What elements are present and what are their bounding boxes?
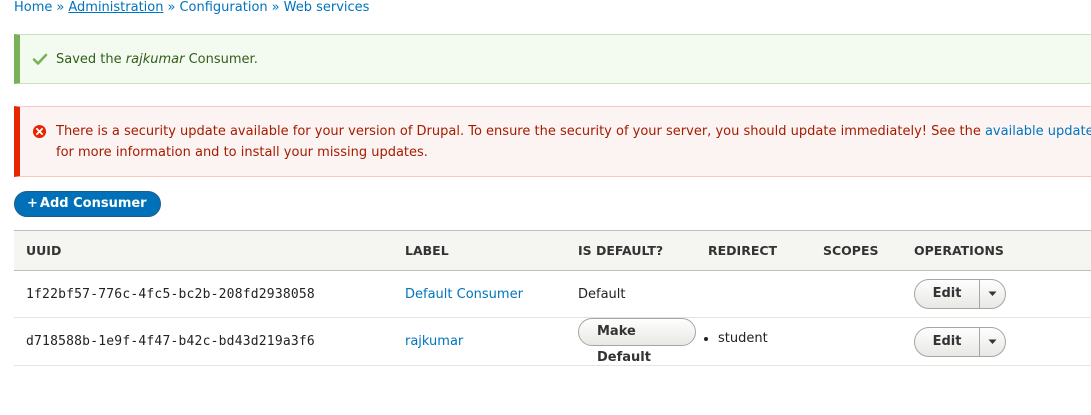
operations-toggle[interactable] [980,328,1005,356]
breadcrumb: Home» Administration» Configuration» Web se… [14,0,369,16]
error-icon [32,124,47,139]
edit-button[interactable]: Edit [915,327,980,356]
breadcrumb-separator: » [271,0,280,15]
header-redirect: REDIRECT [696,230,811,271]
cell-redirect: student [696,317,811,366]
cell-scopes [811,317,902,366]
status-consumer-name: rajkumar [125,52,185,67]
breadcrumb-web-services[interactable]: Web services [284,0,370,15]
header-operations: OPERATIONS [902,230,1091,271]
status-prefix: Saved the [56,52,122,67]
breadcrumb-separator: » [56,0,65,15]
header-uuid: UUID [14,230,393,271]
status-suffix: Consumer. [188,52,258,67]
header-label: LABEL [393,230,566,271]
scope-item: student [718,331,811,347]
check-icon [32,53,48,65]
consumer-label-link[interactable]: Default Consumer [405,287,523,302]
plus-icon: + [27,196,38,211]
header-scopes: SCOPES [811,230,902,271]
error-line-1: There is a security update available for… [56,121,1091,142]
breadcrumb-home[interactable]: Home [14,0,52,15]
available-updates-link[interactable]: available updates [985,124,1091,139]
operations-toggle[interactable] [980,280,1005,308]
cell-operations: Edit [902,317,1091,366]
cell-uuid: d718588b-1e9f-4f47-b42c-bd43d219a3f6 [14,317,393,366]
chevron-down-icon [988,339,997,344]
error-message: There is a security update available for… [14,106,1091,177]
chevron-down-icon [988,291,997,296]
table-row: d718588b-1e9f-4f47-b42c-bd43d219a3f6 raj… [14,317,1091,366]
cell-is-default: Make Default [566,317,696,366]
status-message: Saved the rajkumar Consumer. [14,34,1091,84]
operations-dropbutton: Edit [914,279,1006,309]
cell-redirect [696,270,811,318]
operations-dropbutton: Edit [914,326,1006,357]
consumers-table: UUID LABEL IS DEFAULT? REDIRECT SCOPES O… [14,230,1091,366]
add-consumer-label: Add Consumer [39,196,147,211]
breadcrumb-configuration[interactable]: Configuration [179,0,267,15]
cell-label: Default Consumer [393,270,566,318]
error-line-2: for more information and to install your… [56,145,428,160]
cell-scopes [811,270,902,318]
breadcrumb-separator: » [167,0,176,15]
table-row: 1f22bf57-776c-4fc5-bc2b-208fd2938058 Def… [14,270,1091,318]
cell-operations: Edit [902,270,1091,318]
cell-is-default: Default [566,270,696,318]
header-is-default: IS DEFAULT? [566,230,696,271]
add-consumer-button[interactable]: + Add Consumer [14,191,161,217]
error-line1-text: There is a security update available for… [56,124,981,139]
scope-list: student [702,331,811,347]
consumer-label-link[interactable]: rajkumar [405,334,463,349]
make-default-button[interactable]: Make Default [578,318,696,365]
edit-button[interactable]: Edit [915,280,980,308]
table-header-row: UUID LABEL IS DEFAULT? REDIRECT SCOPES O… [14,230,1091,271]
breadcrumb-administration[interactable]: Administration [68,0,163,15]
error-message-text: There is a security update available for… [56,121,1091,163]
status-message-text: Saved the rajkumar Consumer. [56,51,258,69]
cell-label: rajkumar [393,317,566,366]
cell-uuid: 1f22bf57-776c-4fc5-bc2b-208fd2938058 [14,270,393,318]
